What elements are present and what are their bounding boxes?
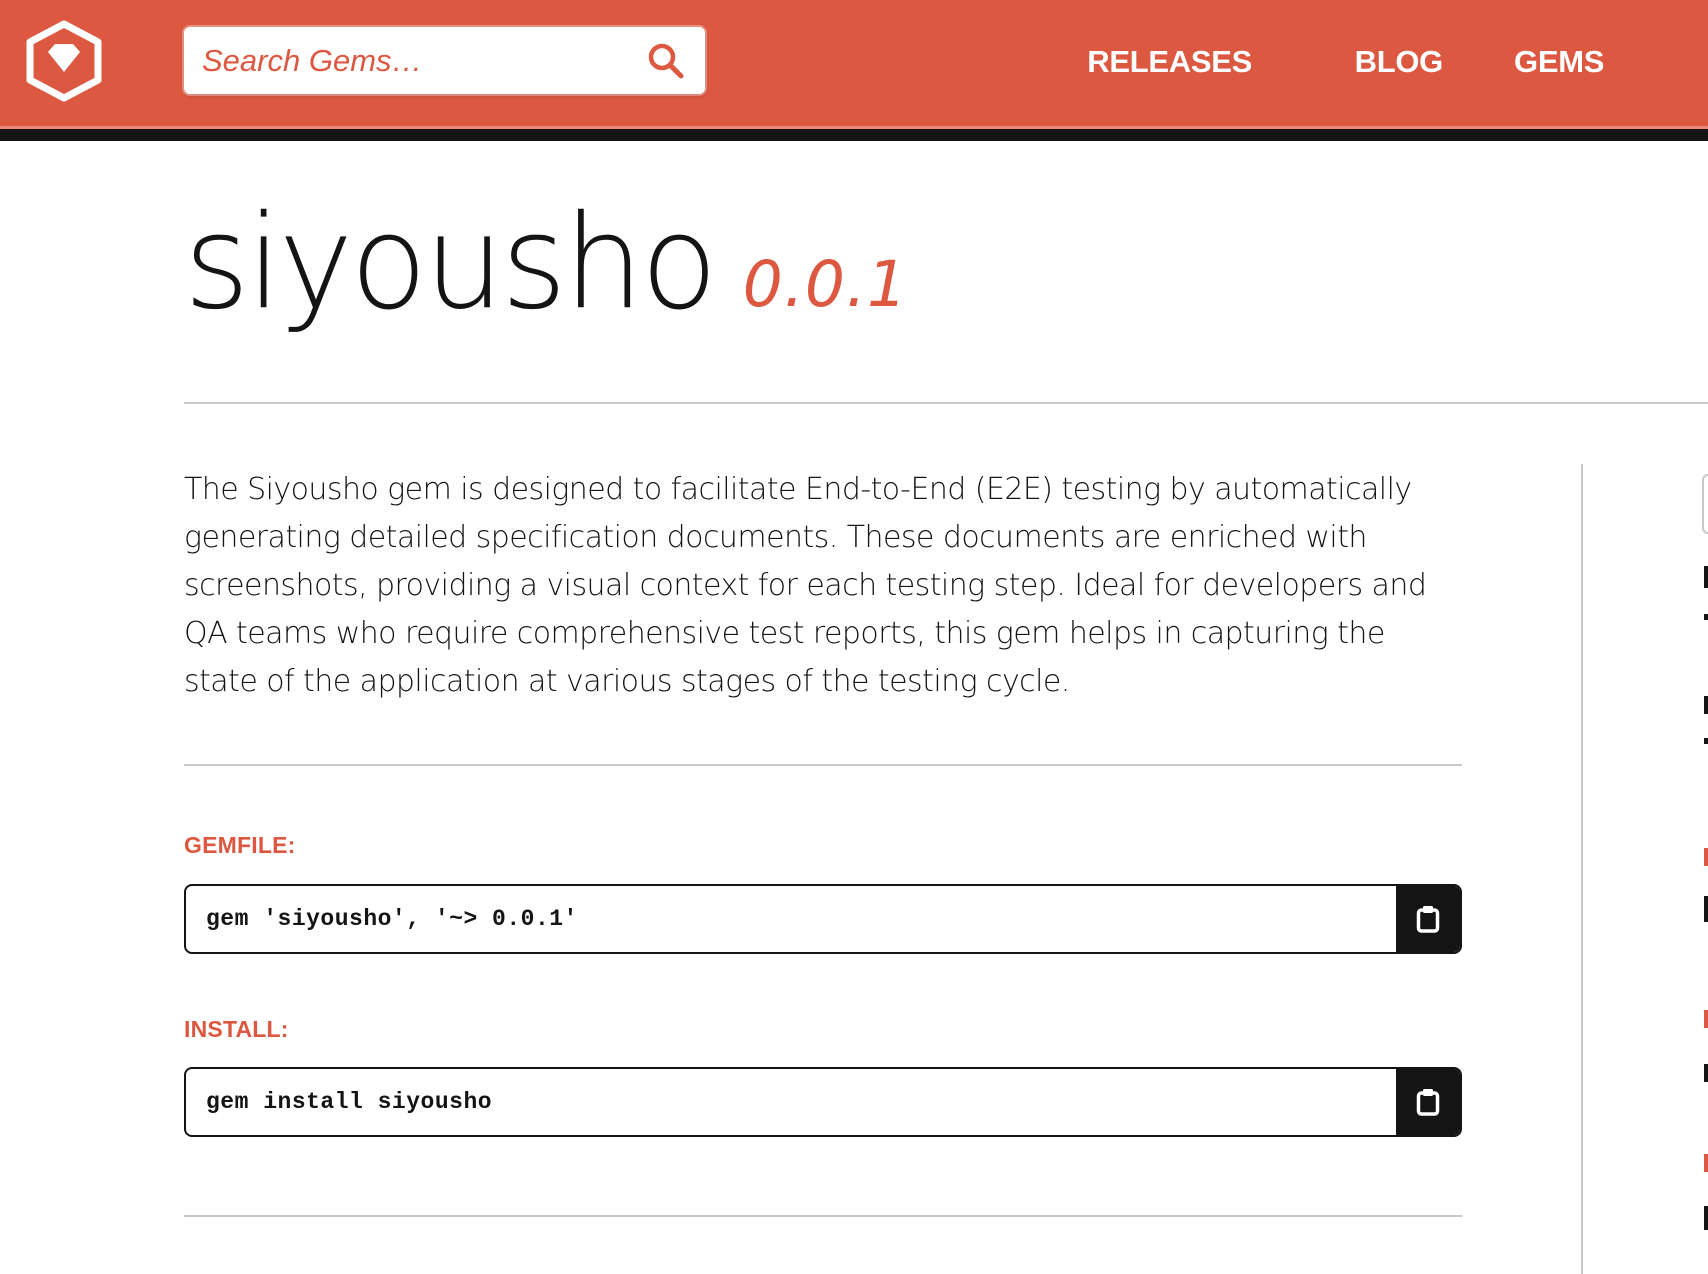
sidebar-text-fragment — [1704, 566, 1708, 588]
search-bar — [184, 27, 705, 94]
gem-name: siyousho — [184, 186, 718, 339]
rubygems-logo-icon — [26, 20, 102, 102]
header-dark-band — [0, 129, 1708, 141]
nav-releases[interactable]: RELEASES — [1087, 40, 1252, 84]
nav-blog[interactable]: BLOG — [1355, 40, 1444, 84]
sidebar-partial — [1698, 464, 1708, 1274]
install-label: INSTALL: — [184, 1016, 289, 1042]
sidebar-heading-fragment — [1704, 1010, 1708, 1028]
sidebar-heading-fragment — [1704, 848, 1708, 866]
sidebar-divider — [1581, 464, 1583, 1274]
sidebar-text-fragment — [1704, 696, 1708, 714]
install-code-box — [184, 1067, 1462, 1137]
gemfile-code-box — [184, 884, 1462, 954]
description-divider — [184, 764, 1462, 766]
clipboard-icon — [1416, 906, 1440, 933]
gemfile-copy-button[interactable] — [1396, 886, 1460, 952]
site-header: RELEASES BLOG GEMS — [0, 0, 1708, 126]
sidebar-heading-fragment — [1704, 1154, 1708, 1172]
gemfile-label: GEMFILE: — [184, 832, 296, 858]
sidebar-text-fragment — [1704, 738, 1708, 744]
install-divider — [184, 1215, 1462, 1217]
gem-version: 0.0.1 — [742, 248, 909, 321]
logo-link[interactable] — [26, 20, 102, 102]
sidebar-text-fragment — [1704, 614, 1708, 620]
search-button[interactable] — [645, 40, 687, 82]
nav-gems[interactable]: GEMS — [1514, 40, 1708, 84]
sidebar-text-fragment — [1704, 896, 1708, 922]
gem-title: siyousho 0.0.1 — [184, 186, 909, 360]
sidebar-text-fragment — [1704, 1064, 1708, 1082]
install-code-field[interactable] — [186, 1069, 1396, 1135]
gemfile-code-field[interactable] — [186, 886, 1396, 952]
gem-description: The Siyousho gem is designed to facilita… — [184, 472, 1427, 699]
search-icon — [648, 43, 684, 79]
sidebar-text-fragment — [1704, 1206, 1708, 1230]
search-input[interactable] — [184, 27, 624, 94]
title-divider — [184, 402, 1708, 404]
install-copy-button[interactable] — [1396, 1069, 1460, 1135]
clipboard-icon — [1416, 1089, 1440, 1116]
